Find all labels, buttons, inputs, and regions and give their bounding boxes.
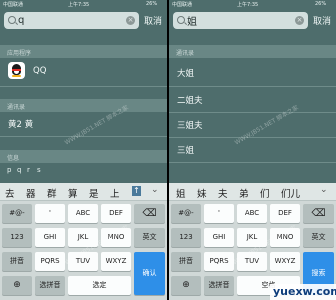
candidate-word[interactable]: 算 bbox=[68, 186, 78, 200]
key-english[interactable]: 英文 bbox=[134, 228, 165, 247]
battery-level: 26% bbox=[315, 1, 327, 7]
key-ghi[interactable]: GHI bbox=[204, 228, 234, 247]
share-icon[interactable]: ↑ bbox=[132, 186, 141, 196]
contact-name: 三姐 bbox=[177, 146, 195, 156]
chevron-down-icon[interactable]: ⌄ bbox=[151, 185, 159, 195]
letter-hint: s bbox=[37, 166, 41, 174]
key-pqrs[interactable]: PQRS bbox=[35, 252, 65, 271]
key-wxyz[interactable]: WXYZ bbox=[101, 252, 131, 271]
section-header-apps: 应用程序 bbox=[0, 45, 167, 58]
key-symbols[interactable]: #@- bbox=[2, 204, 32, 223]
key-english[interactable]: 英文 bbox=[303, 228, 334, 247]
key-pinyin[interactable]: 拼音 bbox=[171, 252, 201, 271]
key-ghi[interactable]: GHI bbox=[35, 228, 65, 247]
contact-result[interactable]: 二姐夫 bbox=[169, 87, 336, 113]
section-header-contacts: 通讯录 bbox=[169, 45, 336, 58]
contact-name: 三姐夫 bbox=[177, 121, 203, 131]
letter-hints: p q r s bbox=[0, 165, 167, 177]
key-pqrs[interactable]: PQRS bbox=[204, 252, 234, 271]
candidate-bar: 姐 妹 夫 弟 们 们儿 ⌄ bbox=[169, 183, 336, 201]
candidate-word[interactable]: 们儿 bbox=[281, 186, 300, 200]
key-abc[interactable]: ABC bbox=[237, 204, 267, 223]
section-title: 信息 bbox=[7, 155, 20, 162]
app-name: QQ bbox=[33, 66, 47, 76]
contact-result[interactable]: 大姐 bbox=[169, 58, 336, 87]
candidate-word[interactable]: 是 bbox=[89, 186, 99, 200]
candidate-word[interactable]: 器 bbox=[26, 186, 36, 200]
carrier-label: 中国联通 bbox=[172, 2, 193, 8]
battery-level: 26% bbox=[146, 1, 158, 7]
search-bar[interactable]: × bbox=[173, 12, 308, 29]
contact-name: 大姐 bbox=[177, 69, 195, 79]
status-bar: 中国联通 上午7:35 26% bbox=[0, 0, 167, 10]
search-bar[interactable]: × bbox=[4, 12, 139, 29]
clear-icon[interactable]: × bbox=[295, 16, 304, 25]
candidate-word[interactable]: 群 bbox=[47, 186, 57, 200]
key-abc[interactable]: ABC bbox=[68, 204, 98, 223]
candidate-word[interactable]: 妹 bbox=[197, 186, 207, 200]
backspace-key[interactable]: ⌫ bbox=[303, 204, 334, 223]
key-123[interactable]: 123 bbox=[171, 228, 201, 247]
globe-icon[interactable]: ⊕ bbox=[171, 276, 201, 295]
letter-hint: p bbox=[7, 166, 12, 174]
section-title: 应用程序 bbox=[7, 50, 32, 57]
contact-name: 二姐夫 bbox=[177, 96, 203, 106]
search-icon bbox=[8, 16, 16, 24]
key-pinyin[interactable]: 拼音 bbox=[2, 252, 32, 271]
key-select[interactable]: 选定 bbox=[68, 276, 131, 295]
backspace-key[interactable]: ⌫ bbox=[134, 204, 165, 223]
key-apostrophe[interactable]: ' bbox=[204, 204, 234, 223]
candidate-word[interactable]: 弟 bbox=[239, 186, 249, 200]
key-symbols[interactable]: #@- bbox=[171, 204, 201, 223]
carrier-label: 中国联通 bbox=[3, 2, 24, 8]
candidate-word[interactable]: 们 bbox=[260, 186, 270, 200]
clock: 上午7:35 bbox=[68, 2, 90, 8]
contact-result[interactable]: 三姐 bbox=[169, 138, 336, 163]
app-result-qq[interactable]: QQ bbox=[0, 58, 167, 87]
contact-name: 黄2 黄 bbox=[8, 120, 34, 130]
candidate-word[interactable]: 夫 bbox=[218, 186, 228, 200]
candidate-word[interactable]: 去 bbox=[5, 186, 15, 200]
section-title: 通讯录 bbox=[176, 50, 195, 57]
qq-app-icon bbox=[8, 62, 25, 79]
candidate-bar: 去 器 群 算 是 上 ↑ ⌄ bbox=[0, 183, 167, 201]
cancel-button[interactable]: 取消 bbox=[313, 14, 331, 27]
letter-hint: r bbox=[27, 166, 30, 174]
key-apostrophe[interactable]: ' bbox=[35, 204, 65, 223]
confirm-button[interactable]: 确认 bbox=[134, 252, 165, 295]
clear-icon[interactable]: × bbox=[126, 16, 135, 25]
site-watermark: yuexw.com bbox=[270, 284, 336, 300]
site-label: yuexw.com bbox=[273, 285, 336, 298]
key-def[interactable]: DEF bbox=[270, 204, 300, 223]
search-input[interactable] bbox=[187, 14, 287, 27]
cancel-button[interactable]: 取消 bbox=[144, 14, 162, 27]
status-bar: 中国联通 上午7:35 26% bbox=[169, 0, 336, 10]
clock: 上午7:35 bbox=[237, 2, 259, 8]
key-def[interactable]: DEF bbox=[101, 204, 131, 223]
key-select-pinyin[interactable]: 选拼音 bbox=[204, 276, 234, 295]
key-wxyz[interactable]: WXYZ bbox=[270, 252, 300, 271]
globe-icon[interactable]: ⊕ bbox=[2, 276, 32, 295]
search-input[interactable] bbox=[18, 14, 118, 27]
key-123[interactable]: 123 bbox=[2, 228, 32, 247]
section-header-info: 信息 bbox=[0, 150, 167, 163]
chevron-down-icon[interactable]: ⌄ bbox=[320, 185, 328, 195]
search-icon bbox=[177, 16, 185, 24]
section-title: 通讯录 bbox=[7, 104, 26, 111]
key-select-pinyin[interactable]: 选拼音 bbox=[35, 276, 65, 295]
candidate-word[interactable]: 上 bbox=[110, 186, 120, 200]
letter-hint: q bbox=[17, 166, 22, 174]
section-header-contacts: 通讯录 bbox=[0, 99, 167, 112]
candidate-word[interactable]: 姐 bbox=[176, 186, 186, 200]
